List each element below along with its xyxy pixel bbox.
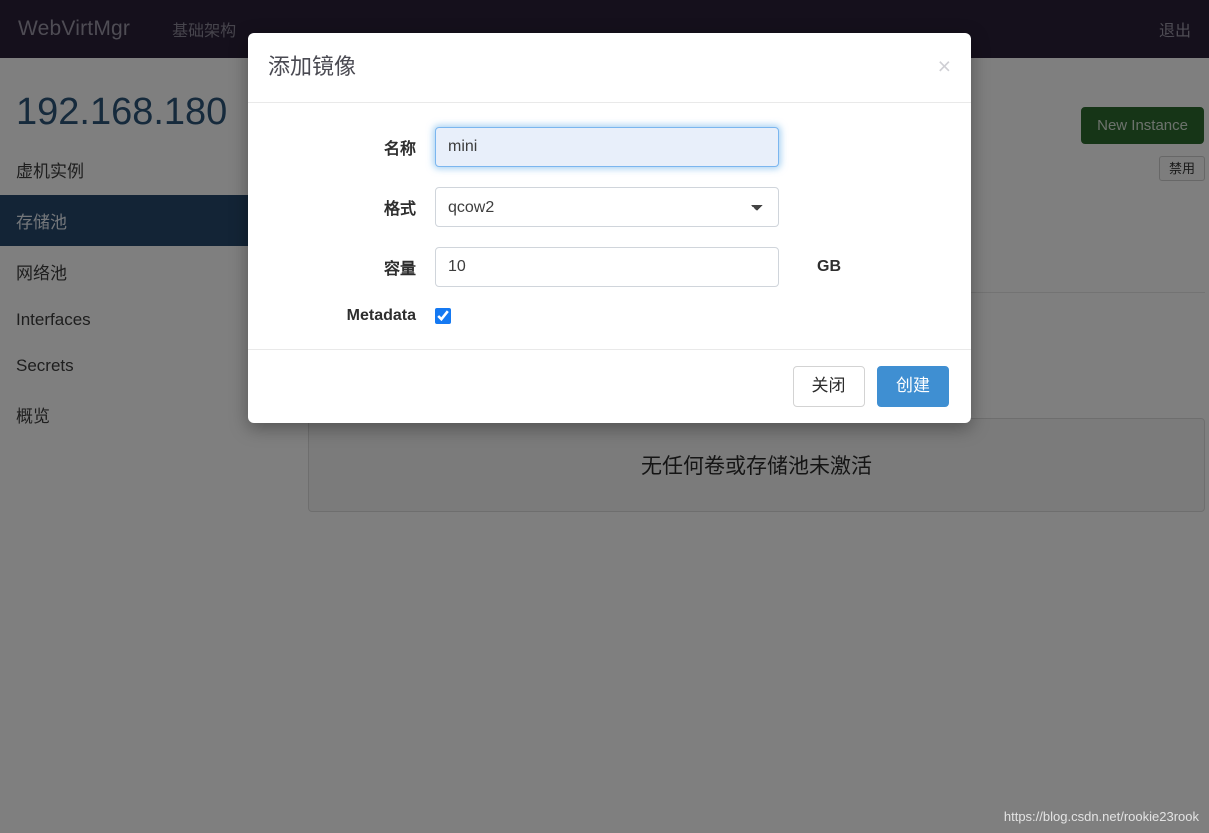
form-row-name: 名称 <box>268 127 951 167</box>
form-row-capacity: 容量 GB <box>268 247 951 287</box>
name-input[interactable] <box>435 127 779 167</box>
format-select[interactable]: qcow2 <box>435 187 779 227</box>
name-field-label: 名称 <box>268 135 435 159</box>
watermark: https://blog.csdn.net/rookie23rook <box>1004 809 1199 824</box>
metadata-field-label: Metadata <box>268 307 435 325</box>
form-row-metadata: Metadata <box>268 307 951 325</box>
capacity-unit-label: GB <box>817 258 841 276</box>
create-button[interactable]: 创建 <box>877 366 949 407</box>
form-row-format: 格式 qcow2 <box>268 187 951 227</box>
metadata-checkbox[interactable] <box>435 308 451 324</box>
format-field-label: 格式 <box>268 195 435 219</box>
modal-body: 名称 格式 qcow2 容量 GB Metadata <box>248 103 971 349</box>
capacity-input[interactable] <box>435 247 779 287</box>
close-icon[interactable]: × <box>938 55 951 78</box>
modal-header: 添加镜像 × <box>248 33 971 103</box>
add-image-modal: 添加镜像 × 名称 格式 qcow2 容量 GB Metadata 关闭 创建 <box>248 33 971 423</box>
capacity-field-label: 容量 <box>268 255 435 279</box>
modal-title: 添加镜像 <box>268 53 951 82</box>
close-button[interactable]: 关闭 <box>793 366 865 407</box>
modal-footer: 关闭 创建 <box>248 349 971 423</box>
